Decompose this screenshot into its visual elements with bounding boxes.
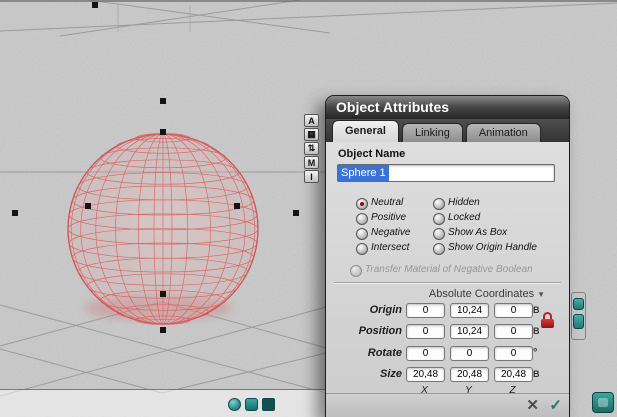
grid-tool-icon[interactable] bbox=[245, 398, 258, 411]
rotate-row-label: Rotate bbox=[367, 347, 402, 359]
position-unit-label: B bbox=[533, 326, 540, 336]
radio-show-as-box-label: Show As Box bbox=[448, 227, 508, 238]
size-y-input[interactable] bbox=[450, 367, 489, 382]
position-y-input[interactable] bbox=[450, 324, 489, 339]
radio-positive[interactable] bbox=[356, 213, 368, 225]
size-z-input[interactable] bbox=[494, 367, 533, 382]
origin-z-input[interactable] bbox=[494, 303, 533, 318]
radio-transfer-material bbox=[350, 265, 362, 277]
selection-handle[interactable] bbox=[293, 210, 299, 216]
lock-icon[interactable] bbox=[541, 312, 554, 330]
coordinates-mode-label: Absolute Coordinates bbox=[428, 288, 535, 300]
selection-handle[interactable] bbox=[234, 203, 240, 209]
bottom-bar bbox=[0, 389, 329, 417]
selection-handle[interactable] bbox=[160, 98, 166, 104]
tab-general[interactable]: General bbox=[332, 120, 399, 142]
selection-handle[interactable] bbox=[160, 327, 166, 333]
side-scrollbar[interactable] bbox=[571, 292, 586, 340]
dialog-body: Object Name Sphere 1 Neutral Positive Ne… bbox=[326, 142, 569, 417]
radio-negative[interactable] bbox=[356, 228, 368, 240]
dialog-tabbar: General Linking Animation bbox=[326, 119, 569, 142]
dialog-title: Object Attributes bbox=[326, 96, 569, 119]
origin-unit-label: B bbox=[533, 305, 540, 315]
dock bbox=[228, 398, 275, 411]
corner-tool-icon[interactable] bbox=[592, 392, 614, 413]
radio-show-origin-handle[interactable] bbox=[433, 243, 445, 255]
size-unit-label: B bbox=[533, 369, 540, 379]
sphere-tool-icon[interactable] bbox=[228, 398, 241, 411]
section-divider bbox=[334, 282, 561, 284]
tray-toolbar: A ▦ ⇅ M I bbox=[304, 114, 319, 184]
radio-positive-label: Positive bbox=[371, 212, 407, 223]
selection-handle[interactable] bbox=[160, 129, 166, 135]
tray-tool-a-button[interactable]: A bbox=[304, 114, 319, 127]
tray-tool-m-button[interactable]: M bbox=[304, 156, 319, 169]
dark-tool-icon[interactable] bbox=[262, 398, 275, 411]
tray-tool-swap-button[interactable]: ⇅ bbox=[304, 142, 319, 155]
size-row-label: Size bbox=[379, 368, 402, 380]
radio-intersect[interactable] bbox=[356, 243, 368, 255]
rotate-z-input[interactable] bbox=[494, 346, 533, 361]
tray-tool-grid-button[interactable]: ▦ bbox=[304, 128, 319, 141]
chevron-down-icon: ▼ bbox=[537, 290, 545, 299]
confirm-icon[interactable]: ✓ bbox=[549, 396, 562, 414]
scrollbar-thumb[interactable] bbox=[573, 298, 584, 310]
rotate-unit-label: ° bbox=[533, 347, 538, 359]
size-x-input[interactable] bbox=[406, 367, 445, 382]
radio-intersect-label: Intersect bbox=[371, 242, 410, 253]
tab-animation[interactable]: Animation bbox=[465, 123, 541, 142]
radio-locked-label: Locked bbox=[448, 212, 481, 223]
selection-handle[interactable] bbox=[160, 291, 166, 297]
scrollbar-thumb[interactable] bbox=[573, 314, 584, 329]
selection-handle[interactable] bbox=[12, 210, 18, 216]
radio-neutral-label: Neutral bbox=[371, 197, 404, 208]
radio-show-as-box[interactable] bbox=[433, 228, 445, 240]
tray-tool-i-button[interactable]: I bbox=[304, 170, 319, 183]
transfer-material-label: Transfer Material of Negative Boolean bbox=[365, 264, 533, 275]
object-name-input[interactable]: Sphere 1 bbox=[337, 164, 555, 182]
radio-locked[interactable] bbox=[433, 213, 445, 225]
radio-negative-label: Negative bbox=[371, 227, 411, 238]
tab-linking[interactable]: Linking bbox=[401, 123, 463, 142]
object-name-label: Object Name bbox=[338, 148, 406, 160]
cancel-icon[interactable]: ✕ bbox=[526, 396, 539, 414]
coordinates-mode-dropdown[interactable]: Absolute Coordinates ▼ bbox=[429, 288, 545, 300]
origin-y-input[interactable] bbox=[450, 303, 489, 318]
position-row-label: Position bbox=[358, 325, 402, 337]
selection-handle[interactable] bbox=[92, 2, 98, 8]
radio-hidden[interactable] bbox=[433, 198, 445, 210]
radio-show-origin-handle-label: Show Origin Handle bbox=[448, 242, 537, 253]
rotate-x-input[interactable] bbox=[406, 346, 445, 361]
radio-neutral[interactable] bbox=[356, 198, 368, 210]
radio-hidden-label: Hidden bbox=[448, 197, 480, 208]
origin-row-label: Origin bbox=[369, 304, 402, 316]
app-window: A ▦ ⇅ M I Object Attributes General Link… bbox=[0, 0, 617, 417]
rotate-y-input[interactable] bbox=[450, 346, 489, 361]
origin-x-input[interactable] bbox=[406, 303, 445, 318]
position-z-input[interactable] bbox=[494, 324, 533, 339]
object-name-value: Sphere 1 bbox=[338, 165, 389, 181]
object-attributes-dialog: Object Attributes General Linking Animat… bbox=[325, 95, 570, 417]
dialog-footer: ✕ ✓ bbox=[326, 393, 569, 417]
position-x-input[interactable] bbox=[406, 324, 445, 339]
selection-handle[interactable] bbox=[85, 203, 91, 209]
